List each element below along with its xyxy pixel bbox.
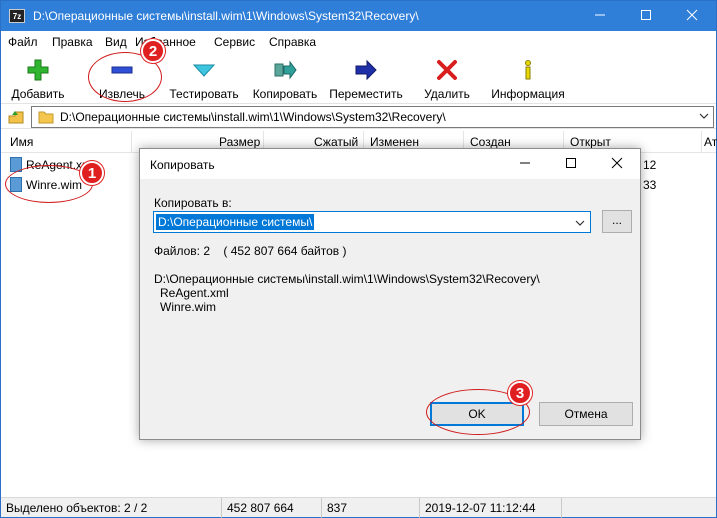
status-divider (221, 498, 222, 518)
test-button[interactable]: Тестировать (167, 56, 241, 102)
col-divider[interactable] (131, 131, 132, 153)
dialog-close-button[interactable] (594, 149, 640, 179)
col-size[interactable]: Размер (219, 135, 260, 149)
minimize-icon (520, 162, 530, 164)
status-size: 452 807 664 (227, 501, 294, 515)
status-divider (321, 498, 322, 518)
file-opened-cut: 12 (643, 158, 657, 172)
minimize-button[interactable] (577, 1, 623, 31)
address-bar: D:\Операционные системы\install.wim\1\Wi… (1, 105, 716, 129)
dialog-title: Копировать (150, 158, 215, 172)
col-name[interactable]: Имя (10, 135, 33, 149)
menu-help[interactable]: Справка (269, 35, 316, 49)
folder-icon (38, 111, 54, 124)
files-info: Файлов: 2 ( 452 807 664 байтов ) (154, 244, 347, 258)
menu-bar: Файл Правка Вид Избранное Сервис Справка (1, 32, 716, 52)
move-button[interactable]: Переместить (327, 56, 405, 102)
dialog-maximize-button[interactable] (548, 149, 594, 179)
address-path: D:\Операционные системы\install.wim\1\Wi… (60, 110, 446, 124)
dialog-file-item: ReAgent.xml (160, 286, 229, 300)
col-opened[interactable]: Открыт (570, 135, 611, 149)
maximize-button[interactable] (623, 1, 669, 31)
copy-arrow-icon (274, 60, 297, 80)
info-icon (525, 60, 531, 80)
dialog-file-item: Winre.wim (160, 300, 216, 314)
cancel-button[interactable]: Отмена (539, 402, 633, 426)
file-opened-cut: 33 (643, 178, 657, 192)
status-divider (419, 498, 420, 518)
col-packed[interactable]: Сжатый (314, 135, 358, 149)
folder-up-icon[interactable] (7, 108, 25, 126)
close-button[interactable] (669, 1, 715, 31)
col-created[interactable]: Создан (470, 135, 511, 149)
menu-view[interactable]: Вид (105, 35, 127, 49)
close-icon (611, 157, 623, 169)
plus-icon (27, 59, 49, 81)
move-arrow-icon (355, 59, 377, 81)
col-attr[interactable]: Ат (704, 135, 717, 149)
app-icon: 7z (9, 9, 25, 23)
source-path: D:\Операционные системы\install.wim\1\Wi… (154, 272, 540, 286)
status-bar: Выделено объектов: 2 / 2 452 807 664 837… (1, 497, 716, 518)
destination-combobox[interactable]: D:\Операционные системы\ (153, 211, 591, 233)
annotation-badge-3: 3 (508, 381, 532, 405)
annotation-badge-2: 2 (141, 39, 165, 63)
copy-button[interactable]: Копировать (249, 56, 321, 102)
delete-button[interactable]: Удалить (421, 56, 473, 102)
dialog-title-bar: Копировать (140, 149, 640, 179)
status-packed: 837 (327, 501, 348, 515)
maximize-icon (566, 158, 576, 168)
test-check-icon (192, 64, 216, 77)
menu-file[interactable]: Файл (8, 35, 38, 49)
window-title: D:\Операционные системы\install.wim\1\Wi… (33, 9, 419, 23)
info-button[interactable]: Информация (489, 56, 567, 102)
title-bar: 7z D:\Операционные системы\install.wim\1… (1, 1, 716, 31)
status-selected: Выделено объектов: 2 / 2 (6, 501, 148, 515)
delete-x-icon (437, 60, 457, 80)
col-divider[interactable] (701, 131, 702, 153)
add-button[interactable]: Добавить (7, 56, 69, 102)
address-field[interactable]: D:\Операционные системы\install.wim\1\Wi… (31, 106, 714, 128)
copy-to-label: Копировать в: (154, 196, 232, 210)
status-date: 2019-12-07 11:12:44 (425, 501, 536, 515)
col-modified[interactable]: Изменен (370, 135, 419, 149)
maximize-icon (641, 10, 651, 20)
browse-button[interactable]: ... (602, 210, 632, 233)
annotation-badge-1: 1 (80, 161, 104, 185)
close-icon (686, 9, 698, 21)
chevron-down-icon[interactable] (575, 218, 585, 228)
destination-value[interactable]: D:\Операционные системы\ (156, 214, 315, 230)
minimize-icon (595, 14, 605, 16)
menu-tools[interactable]: Сервис (214, 35, 255, 49)
dialog-minimize-button[interactable] (502, 149, 548, 179)
copy-dialog: Копировать Копировать в: D:\Операционные… (139, 148, 641, 440)
status-divider (561, 498, 562, 518)
chevron-down-icon[interactable] (699, 111, 709, 121)
menu-edit[interactable]: Правка (52, 35, 93, 49)
